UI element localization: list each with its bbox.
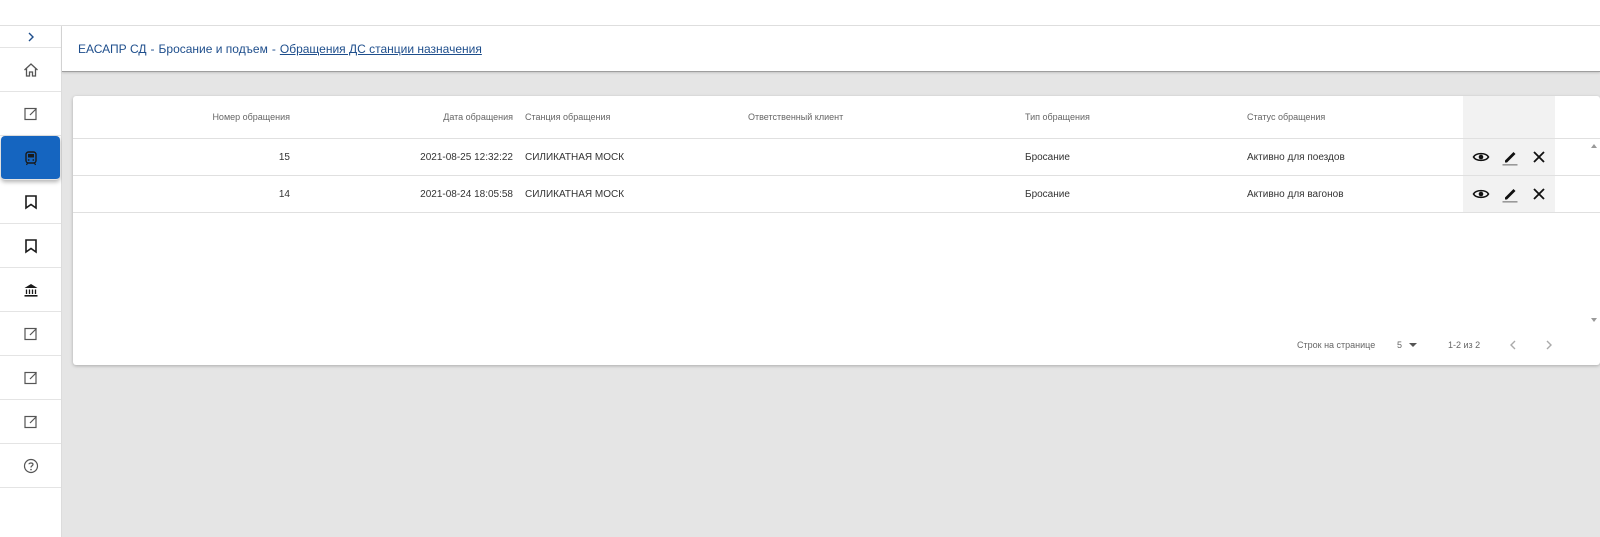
cell-type: Бросание	[1025, 151, 1070, 163]
cell-date: 2021-08-24 18:05:58	[420, 188, 513, 200]
chevron-right-icon	[28, 32, 34, 41]
breadcrumb: ЕАСАПР СД - Бросание и подъем - Обращени…	[62, 26, 1600, 72]
eye-icon	[1472, 152, 1490, 162]
cell-date: 2021-08-25 12:32:22	[420, 151, 513, 163]
table-row[interactable]: 14 2021-08-24 18:05:58 СИЛИКАТНАЯ МОСК Б…	[73, 176, 1600, 213]
cell-station: СИЛИКАТНАЯ МОСК	[525, 188, 625, 200]
sidebar-item-bookmark-1[interactable]	[0, 180, 61, 224]
vertical-scrollbar[interactable]	[1588, 139, 1600, 325]
scroll-up-arrow[interactable]	[1588, 141, 1600, 151]
column-header-type[interactable]: Тип обращения	[1025, 96, 1225, 138]
delete-button[interactable]	[1528, 139, 1550, 175]
column-header-date[interactable]: Дата обращения	[313, 96, 513, 138]
bookmark-icon	[24, 194, 37, 210]
top-bar	[0, 0, 1600, 26]
view-button[interactable]	[1470, 176, 1492, 212]
caret-down-icon	[1409, 343, 1418, 347]
sidebar-item-home[interactable]	[0, 48, 61, 92]
breadcrumb-current-link[interactable]: Обращения ДС станции назначения	[280, 42, 482, 56]
pencil-icon	[1502, 189, 1518, 203]
breadcrumb-section: Бросание и подъем	[158, 41, 268, 56]
edit-note-icon	[23, 107, 37, 120]
table-header: Номер обращения Дата обращения Станция о…	[73, 96, 1600, 139]
page-range: 1-2 из 2	[1448, 340, 1481, 350]
edit-note-icon	[23, 371, 37, 384]
breadcrumb-root: ЕАСАПР СД	[78, 41, 147, 56]
edit-note-icon	[23, 415, 37, 428]
cell-client	[748, 139, 948, 175]
cell-type: Бросание	[1025, 188, 1070, 200]
sidebar-item-edit-2[interactable]	[0, 312, 61, 356]
cell-status: Активно для вагонов	[1247, 188, 1344, 200]
bookmark-icon	[24, 238, 37, 254]
chevron-left-icon	[1510, 340, 1516, 350]
cell-station: СИЛИКАТНАЯ МОСК	[525, 151, 625, 163]
sidebar-item-bank[interactable]	[0, 268, 61, 312]
triangle-down-icon	[1591, 318, 1597, 322]
home-icon	[23, 62, 38, 77]
rows-per-page-select[interactable]: 5	[1397, 326, 1418, 364]
previous-page-button[interactable]	[1508, 326, 1518, 364]
close-icon	[1533, 151, 1545, 163]
triangle-up-icon	[1591, 144, 1597, 148]
rows-per-page-label: Строк на странице	[1297, 340, 1376, 350]
column-header-station[interactable]: Станция обращения	[525, 96, 725, 138]
column-header-number[interactable]: Номер обращения	[73, 96, 290, 138]
help-icon	[23, 458, 38, 473]
bank-icon	[24, 283, 37, 297]
scroll-down-arrow[interactable]	[1588, 315, 1600, 325]
view-button[interactable]	[1470, 139, 1492, 175]
sidebar-item-help[interactable]	[0, 444, 61, 488]
chevron-right-icon	[1546, 340, 1552, 350]
table-row[interactable]: 15 2021-08-25 12:32:22 СИЛИКАТНАЯ МОСК Б…	[73, 139, 1600, 176]
breadcrumb-separator: -	[150, 41, 155, 56]
edit-button[interactable]	[1499, 176, 1521, 212]
sidebar-item-edit-3[interactable]	[0, 356, 61, 400]
sidebar-item-edit-4[interactable]	[0, 400, 61, 444]
sidebar-item-bookmark-2[interactable]	[0, 224, 61, 268]
column-header-client[interactable]: Ответственный клиент	[748, 96, 948, 138]
eye-icon	[1472, 189, 1490, 199]
train-icon	[24, 150, 37, 165]
next-page-button[interactable]	[1544, 326, 1554, 364]
sidebar-toggle[interactable]	[0, 26, 61, 48]
pencil-icon	[1502, 152, 1518, 166]
main-content: ЕАСАПР СД - Бросание и подъем - Обращени…	[62, 26, 1600, 537]
delete-button[interactable]	[1528, 176, 1550, 212]
cell-number: 15	[278, 151, 290, 163]
sidebar	[0, 26, 62, 537]
breadcrumb-separator: -	[271, 41, 276, 56]
cell-number: 14	[278, 188, 290, 200]
requests-table-card: Номер обращения Дата обращения Станция о…	[73, 96, 1600, 365]
cell-status: Активно для поездов	[1247, 151, 1345, 163]
pagination: Строк на странице 5 1-2 из 2	[73, 326, 1600, 364]
sidebar-item-train[interactable]	[1, 136, 60, 180]
close-icon	[1533, 188, 1545, 200]
edit-note-icon	[23, 327, 37, 340]
edit-button[interactable]	[1499, 139, 1521, 175]
rows-per-page-value: 5	[1397, 340, 1403, 350]
cell-client	[748, 176, 948, 212]
column-header-status[interactable]: Статус обращения	[1247, 96, 1447, 138]
sidebar-item-edit-1[interactable]	[0, 92, 61, 136]
